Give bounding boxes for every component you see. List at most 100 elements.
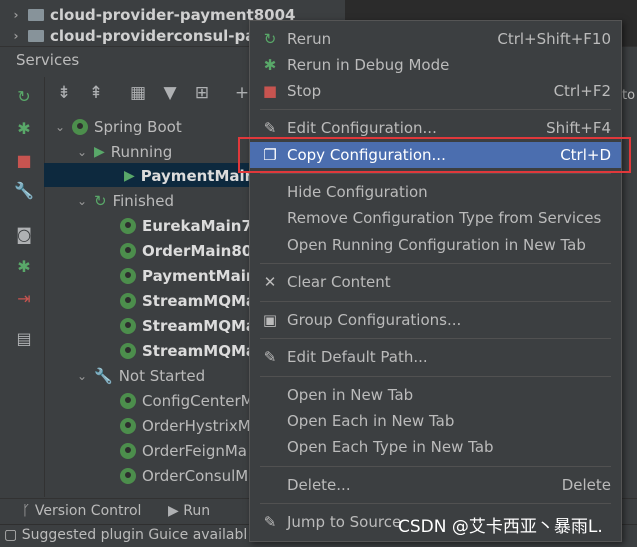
menu-item-label: Rerun (287, 30, 332, 48)
menu-item-hide-configuration[interactable]: Hide Configuration (250, 179, 621, 205)
chevron-down-icon[interactable]: ⌄ (54, 120, 66, 134)
stop-icon[interactable]: ■ (14, 151, 34, 171)
tree-node-running[interactable]: ⌄ ▶ Running (76, 139, 172, 164)
run-icon: ▶ (168, 503, 179, 519)
services-left-toolbar: ↻ ✱ ■ 🔧 ◙ ✱ ⇥ ▤ (0, 77, 45, 497)
tree-node-not-started-item[interactable]: OrderHystrixM (120, 413, 251, 438)
menu-separator (260, 503, 611, 504)
tree-node-not-started-item[interactable]: OrderFeignMa (120, 438, 247, 463)
tree-node-label: Finished (112, 191, 175, 210)
spring-boot-icon (120, 467, 136, 484)
menu-item-stop[interactable]: ■ Stop Ctrl+F2 (250, 78, 621, 104)
tree-node-label: OrderMain80 (142, 241, 253, 260)
chevron-right-icon[interactable]: › (10, 29, 22, 43)
chevron-down-icon[interactable]: ⌄ (76, 145, 88, 159)
filter-icon[interactable]: ▼ (160, 83, 180, 103)
menu-item-label: Open Running Configuration in New Tab (287, 236, 586, 254)
highlight-annotation-box (238, 137, 631, 173)
menu-item-edit-default-path[interactable]: ✎ Edit Default Path... (250, 344, 621, 370)
notification-icon: ▢ (4, 527, 18, 543)
menu-separator (260, 466, 611, 467)
menu-item-open-running-config[interactable]: Open Running Configuration in New Tab (250, 232, 621, 258)
notification-text[interactable]: ▢ Suggested plugin Guice availabl (4, 527, 247, 543)
wrench-icon[interactable]: 🔧 (14, 181, 34, 201)
menu-separator (260, 376, 611, 377)
add-service-icon[interactable]: ⊞ (192, 83, 212, 103)
debug-settings-icon[interactable]: ✱ (14, 257, 34, 277)
run-icon: ▶ (124, 167, 135, 184)
menu-item-open-each-type-in-new-tab[interactable]: Open Each Type in New Tab (250, 434, 621, 460)
project-row-label: cloud-providerconsul-pay (50, 27, 265, 45)
menu-item-rerun[interactable]: ↻ Rerun Ctrl+Shift+F10 (250, 26, 621, 52)
tree-node-not-started[interactable]: ⌄ 🔧 Not Started (76, 363, 205, 388)
menu-item-shortcut: Delete (561, 476, 611, 494)
menu-item-label: Clear Content (287, 273, 391, 291)
debug-rerun-icon: ✱ (263, 56, 277, 74)
edit-icon: ✎ (263, 119, 277, 137)
tree-node-spring-boot[interactable]: ⌄ Spring Boot (54, 114, 182, 139)
collapse-all-icon[interactable]: ⇞ (86, 83, 106, 103)
exit-icon[interactable]: ⇥ (14, 289, 34, 309)
group-by-icon[interactable]: ▦ (128, 83, 148, 103)
menu-item-label: Open Each in New Tab (287, 412, 455, 430)
menu-item-clear-content[interactable]: ✕ Clear Content (250, 269, 621, 295)
jump-source-icon: ✎ (263, 513, 277, 531)
run-tab[interactable]: ▶ Run (168, 503, 210, 519)
version-control-tab[interactable]: ᚴ Version Control (22, 503, 141, 519)
run-label: Run (183, 503, 211, 519)
menu-item-label: Edit Configuration... (287, 119, 437, 137)
debug-icon[interactable]: ✱ (14, 119, 34, 139)
menu-separator (260, 109, 611, 110)
menu-item-label: Group Configurations... (287, 311, 462, 329)
menu-item-open-each-in-new-tab[interactable]: Open Each in New Tab (250, 408, 621, 434)
services-title: Services (16, 51, 80, 69)
chevron-down-icon[interactable]: ⌄ (76, 369, 88, 383)
menu-item-rerun-debug[interactable]: ✱ Rerun in Debug Mode (250, 52, 621, 78)
chevron-right-icon[interactable]: › (10, 8, 22, 22)
menu-item-label: Open in New Tab (287, 386, 414, 404)
tree-node-label: ConfigCenterM (142, 391, 254, 410)
spring-boot-icon (120, 242, 136, 259)
tree-node-finished-item[interactable]: StreamMQMa (120, 313, 256, 338)
tree-node-label: StreamMQMa (142, 341, 257, 360)
spring-boot-icon (120, 442, 136, 459)
expand-all-icon[interactable]: ⇟ (54, 83, 74, 103)
menu-separator (260, 173, 611, 174)
suggested-plugin-label: Suggested plugin Guice availabl (21, 527, 248, 543)
project-row[interactable]: › cloud-providerconsul-pay (10, 26, 265, 46)
tree-node-finished[interactable]: ⌄ ↻ Finished (76, 188, 174, 213)
menu-item-label: Delete... (287, 476, 351, 494)
tree-node-not-started-item[interactable]: ConfigCenterM (120, 388, 254, 413)
menu-item-label: Remove Configuration Type from Services (287, 209, 602, 227)
spring-boot-icon (120, 217, 136, 234)
tree-node-not-started-item[interactable]: OrderConsulM (120, 463, 248, 488)
menu-item-delete[interactable]: Delete... Delete (250, 472, 621, 498)
menu-item-open-in-new-tab[interactable]: Open in New Tab (250, 382, 621, 408)
partial-text: to (622, 88, 636, 103)
tree-node-finished-item[interactable]: StreamMQMa (120, 338, 256, 363)
menu-item-shortcut: Ctrl+Shift+F10 (497, 30, 611, 48)
tree-node-running-item[interactable]: ▶ PaymentMain (124, 163, 255, 188)
tree-node-label: OrderHystrixM (142, 416, 251, 435)
tree-node-finished-item[interactable]: EurekaMain70 (120, 213, 262, 238)
rerun-icon[interactable]: ↻ (14, 87, 34, 107)
services-tree: ⌄ Spring Boot ⌄ ▶ Running ▶ PaymentMain … (44, 112, 262, 497)
menu-item-remove-configuration-type[interactable]: Remove Configuration Type from Services (250, 205, 621, 231)
tree-node-finished-item[interactable]: StreamMQMa (120, 288, 256, 313)
clear-icon: ✕ (263, 273, 277, 291)
stop-icon: ■ (262, 82, 278, 100)
chevron-down-icon[interactable]: ⌄ (76, 194, 88, 208)
camera-icon[interactable]: ◙ (14, 225, 34, 245)
spring-boot-icon (120, 417, 136, 434)
menu-item-label: Open Each Type in New Tab (287, 438, 494, 456)
menu-item-group-configurations[interactable]: ▣ Group Configurations... (250, 307, 621, 333)
spring-boot-icon (120, 392, 136, 409)
tree-node-finished-item[interactable]: OrderMain80 (120, 238, 252, 263)
watermark-text: CSDN @艾卡西亚丶暴雨L. (398, 517, 603, 537)
spring-boot-icon (72, 118, 88, 135)
menu-item-label: Stop (287, 82, 322, 100)
context-menu: ↻ Rerun Ctrl+Shift+F10 ✱ Rerun in Debug … (249, 20, 622, 542)
layout-icon[interactable]: ▤ (14, 329, 34, 349)
tree-node-finished-item[interactable]: PaymentMain (120, 263, 257, 288)
spring-boot-icon (120, 342, 136, 359)
